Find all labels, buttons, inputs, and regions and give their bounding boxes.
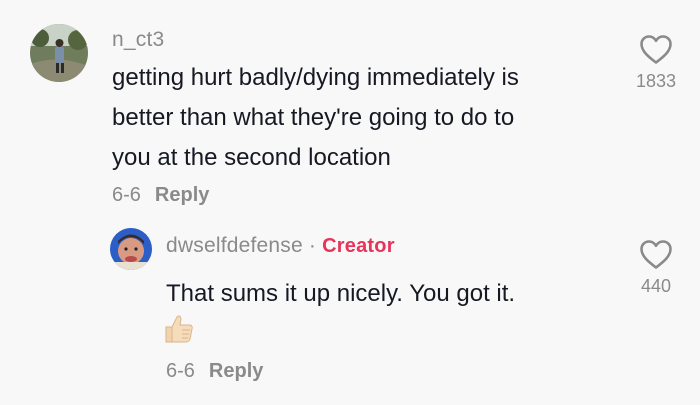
like-button[interactable]: 1833: [621, 34, 691, 92]
reply-text: That sums it up nicely. You got it.: [166, 280, 516, 307]
reply-meta: 6-6 Reply: [166, 360, 263, 383]
reply-button[interactable]: Reply: [155, 184, 209, 206]
comment-text: getting hurt badly/dying immediately is …: [112, 58, 612, 178]
creator-badge: Creator: [322, 235, 395, 257]
thumbs-up-emoji: [162, 312, 196, 351]
reply-username-row: dwselfdefense · Creator: [166, 234, 395, 258]
comment-text-line: you at the second location: [112, 144, 391, 171]
heart-outline-icon: [640, 35, 672, 64]
avatar[interactable]: [110, 228, 152, 270]
comment-text-line: getting hurt badly/dying immediately is: [112, 64, 519, 91]
reply-button[interactable]: Reply: [209, 360, 263, 382]
separator-dot: ·: [308, 234, 317, 257]
heart-outline-icon: [640, 240, 672, 269]
comment-username[interactable]: n_ct3: [112, 28, 164, 52]
avatar[interactable]: [30, 24, 88, 82]
reply-username[interactable]: dwselfdefense: [166, 234, 303, 257]
like-count: 1833: [635, 71, 677, 91]
reply-date: 6-6: [166, 360, 195, 382]
comment-meta: 6-6 Reply: [112, 184, 209, 207]
like-button[interactable]: 440: [621, 239, 691, 297]
like-count: 440: [640, 276, 672, 296]
comment-text-line: better than what they're going to do to: [112, 104, 515, 131]
comment-date: 6-6: [112, 184, 141, 206]
